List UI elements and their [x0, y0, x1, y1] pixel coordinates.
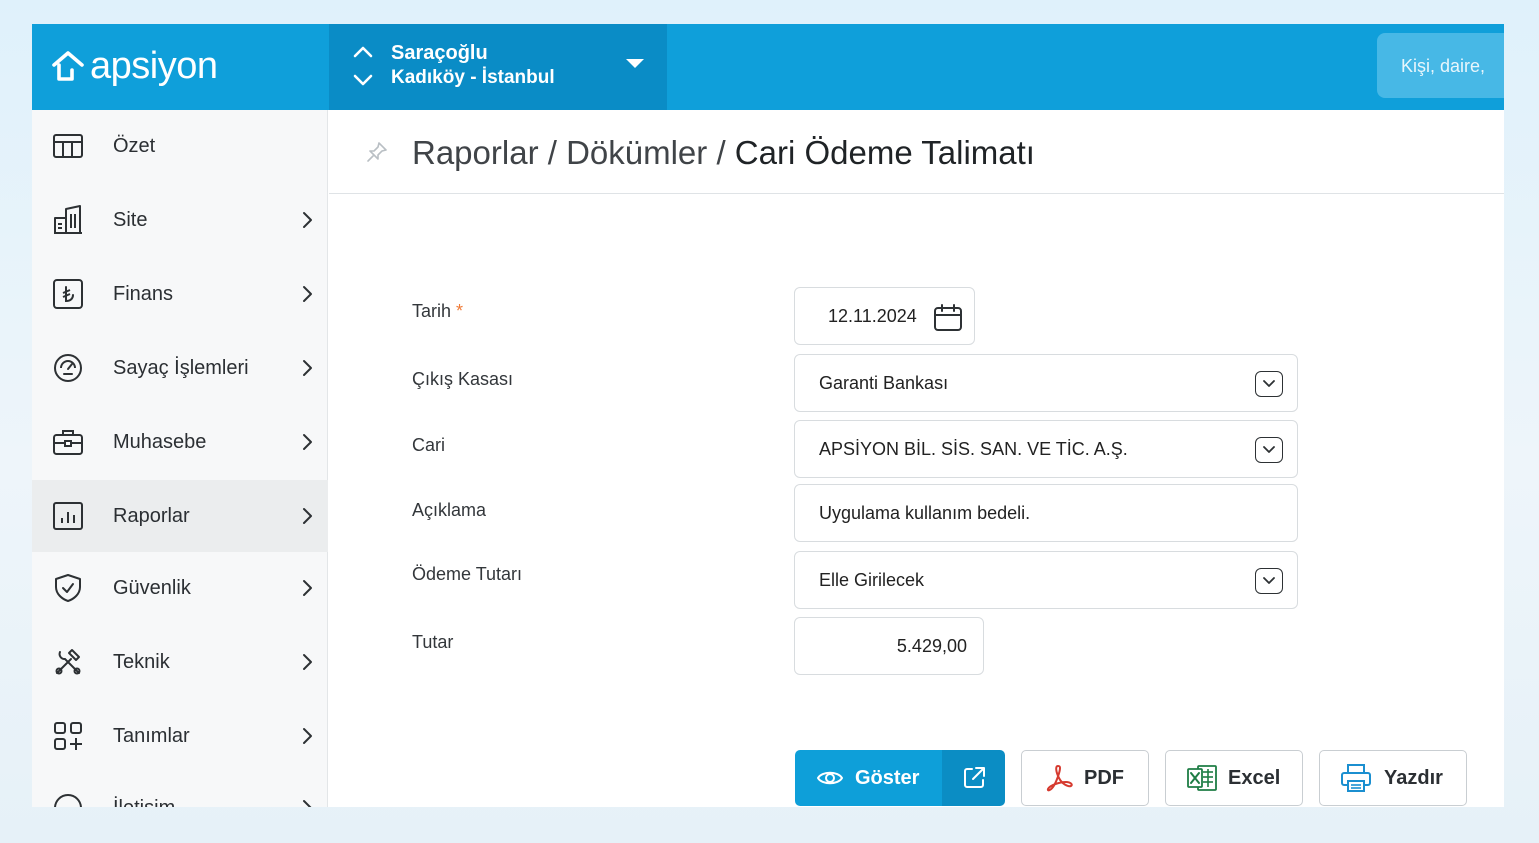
date-field[interactable]: 12.11.2024	[794, 287, 975, 345]
show-button-label: Göster	[855, 766, 920, 789]
bar-chart-icon	[53, 502, 83, 530]
eye-icon	[817, 771, 843, 785]
chevron-right-icon	[303, 286, 312, 302]
sidebar-item-label: Özet	[113, 134, 156, 157]
sidebar-item-iletisim[interactable]: İletişim	[32, 772, 328, 807]
sidebar-item-label: Güvenlik	[113, 576, 191, 599]
cash-account-value: Garanti Bankası	[819, 372, 949, 393]
sidebar-item-teknik[interactable]: Teknik	[32, 626, 328, 698]
cash-account-label: Çıkış Kasası	[412, 369, 514, 389]
required-mark: *	[456, 301, 464, 321]
open-new-tab-button[interactable]	[942, 750, 1005, 806]
gauge-icon	[54, 354, 82, 382]
sidebar-item-label: İletişim	[113, 797, 175, 808]
search-placeholder: Kişi, daire,	[1401, 56, 1486, 76]
breadcrumb: Raporlar / Dökümler / Cari Ödeme Talimat…	[412, 134, 1035, 172]
amount-value: 5.429,00	[896, 635, 967, 656]
tools-icon	[55, 649, 81, 675]
sidebar-item-label: Raporlar	[113, 504, 190, 527]
chevron-right-icon	[303, 434, 312, 450]
printer-icon	[1341, 764, 1371, 792]
breadcrumb-separator: /	[716, 134, 735, 171]
description-label: Açıklama	[412, 500, 487, 520]
chevron-right-icon	[303, 212, 312, 228]
sidebar-item-raporlar[interactable]: Raporlar	[32, 480, 328, 552]
show-button[interactable]: Göster	[795, 750, 942, 806]
brand-name: apsiyon	[90, 44, 218, 87]
date-label-text: Tarih	[412, 301, 452, 321]
sidebar-item-label: Sayaç İşlemleri	[113, 356, 249, 379]
building-icon	[54, 205, 82, 234]
sidebar-item-label: Teknik	[113, 650, 170, 673]
sidebar-item-muhasebe[interactable]: Muhasebe	[32, 406, 328, 478]
chat-icon	[54, 794, 82, 807]
excel-button[interactable]: Excel	[1165, 750, 1303, 806]
sidebar-item-tanimlar[interactable]: Tanımlar	[32, 700, 328, 772]
search-input[interactable]: Kişi, daire,	[1377, 33, 1504, 98]
chevron-right-icon	[303, 654, 312, 670]
breadcrumb-item-dokumler[interactable]: Dökümler	[566, 134, 707, 171]
sidebar-item-sayac-islemleri[interactable]: Sayaç İşlemleri	[32, 332, 328, 404]
page-title: Cari Ödeme Talimatı	[734, 134, 1035, 171]
calendar-icon[interactable]	[933, 303, 963, 333]
site-name: Saraçoğlu	[391, 42, 488, 64]
cash-account-select[interactable]: Garanti Bankası	[794, 354, 1298, 412]
amount-input[interactable]: 5.429,00	[794, 617, 984, 675]
pdf-button[interactable]: PDF	[1021, 750, 1149, 806]
date-label: Tarih *	[412, 301, 463, 322]
briefcase-icon	[53, 430, 83, 455]
sidebar-item-label: Tanımlar	[113, 724, 190, 747]
breadcrumb-item-raporlar[interactable]: Raporlar	[412, 134, 539, 171]
date-value: 12.11.2024	[828, 305, 917, 326]
chevron-up-down-icon	[353, 46, 373, 86]
amount-label: Tutar	[412, 632, 454, 652]
payment-amount-label: Ödeme Tutarı	[412, 564, 523, 584]
chevron-down-icon	[1255, 371, 1283, 397]
payment-amount-select[interactable]: Elle Girilecek	[794, 551, 1298, 609]
chevron-down-icon	[1255, 568, 1283, 594]
sidebar-item-finans[interactable]: Finans	[32, 258, 328, 330]
sidebar-item-label: Site	[113, 208, 148, 231]
sidebar-item-site[interactable]: Site	[32, 184, 328, 256]
excel-icon	[1187, 765, 1217, 791]
chevron-right-icon	[303, 508, 312, 524]
site-location: Kadıköy - İstanbul	[391, 67, 555, 88]
top-bar: apsiyon Saraçoğlu Kadıköy - İstanbul Kiş…	[32, 24, 1504, 110]
main-content: Raporlar / Dökümler / Cari Ödeme Talimat…	[329, 110, 1504, 807]
pdf-icon	[1046, 765, 1073, 792]
lira-icon	[53, 279, 83, 309]
sidebar-item-guvenlik[interactable]: Güvenlik	[32, 552, 328, 624]
chevron-right-icon	[303, 360, 312, 376]
home-icon	[52, 51, 84, 81]
sidebar-item-label: Finans	[113, 282, 174, 305]
description-input[interactable]: Uygulama kullanım bedeli.	[794, 484, 1298, 542]
table-icon	[53, 134, 83, 158]
account-label: Cari	[412, 435, 446, 455]
pin-icon[interactable]	[365, 140, 389, 164]
chevron-right-icon	[303, 800, 312, 807]
breadcrumb-separator: /	[547, 134, 567, 171]
site-selector[interactable]: Saraçoğlu Kadıköy - İstanbul	[329, 24, 667, 110]
description-value: Uygulama kullanım bedeli.	[819, 502, 1031, 523]
excel-button-label: Excel	[1228, 766, 1281, 789]
caret-down-icon	[626, 59, 644, 68]
brand-logo[interactable]: apsiyon	[50, 42, 218, 90]
pdf-button-label: PDF	[1084, 766, 1124, 789]
sidebar: Özet Site Finans Sayaç İşlemleri Muhaseb…	[32, 110, 328, 807]
print-button-label: Yazdır	[1384, 766, 1443, 789]
sidebar-item-label: Muhasebe	[113, 430, 207, 453]
chevron-right-icon	[303, 580, 312, 596]
chevron-right-icon	[303, 728, 312, 744]
account-value: APSİYON BİL. SİS. SAN. VE TİC. A.Ş.	[819, 438, 1128, 459]
chevron-down-icon	[1255, 437, 1283, 463]
external-link-icon	[963, 767, 985, 788]
account-select[interactable]: APSİYON BİL. SİS. SAN. VE TİC. A.Ş.	[794, 420, 1298, 478]
sidebar-item-ozet[interactable]: Özet	[32, 110, 328, 182]
grid-plus-icon	[54, 722, 82, 750]
payment-amount-value: Elle Girilecek	[819, 569, 925, 590]
page-header: Raporlar / Dökümler / Cari Ödeme Talimat…	[329, 110, 1504, 194]
print-button[interactable]: Yazdır	[1319, 750, 1467, 806]
app-window: apsiyon Saraçoğlu Kadıköy - İstanbul Kiş…	[32, 24, 1504, 807]
shield-icon	[55, 574, 81, 602]
